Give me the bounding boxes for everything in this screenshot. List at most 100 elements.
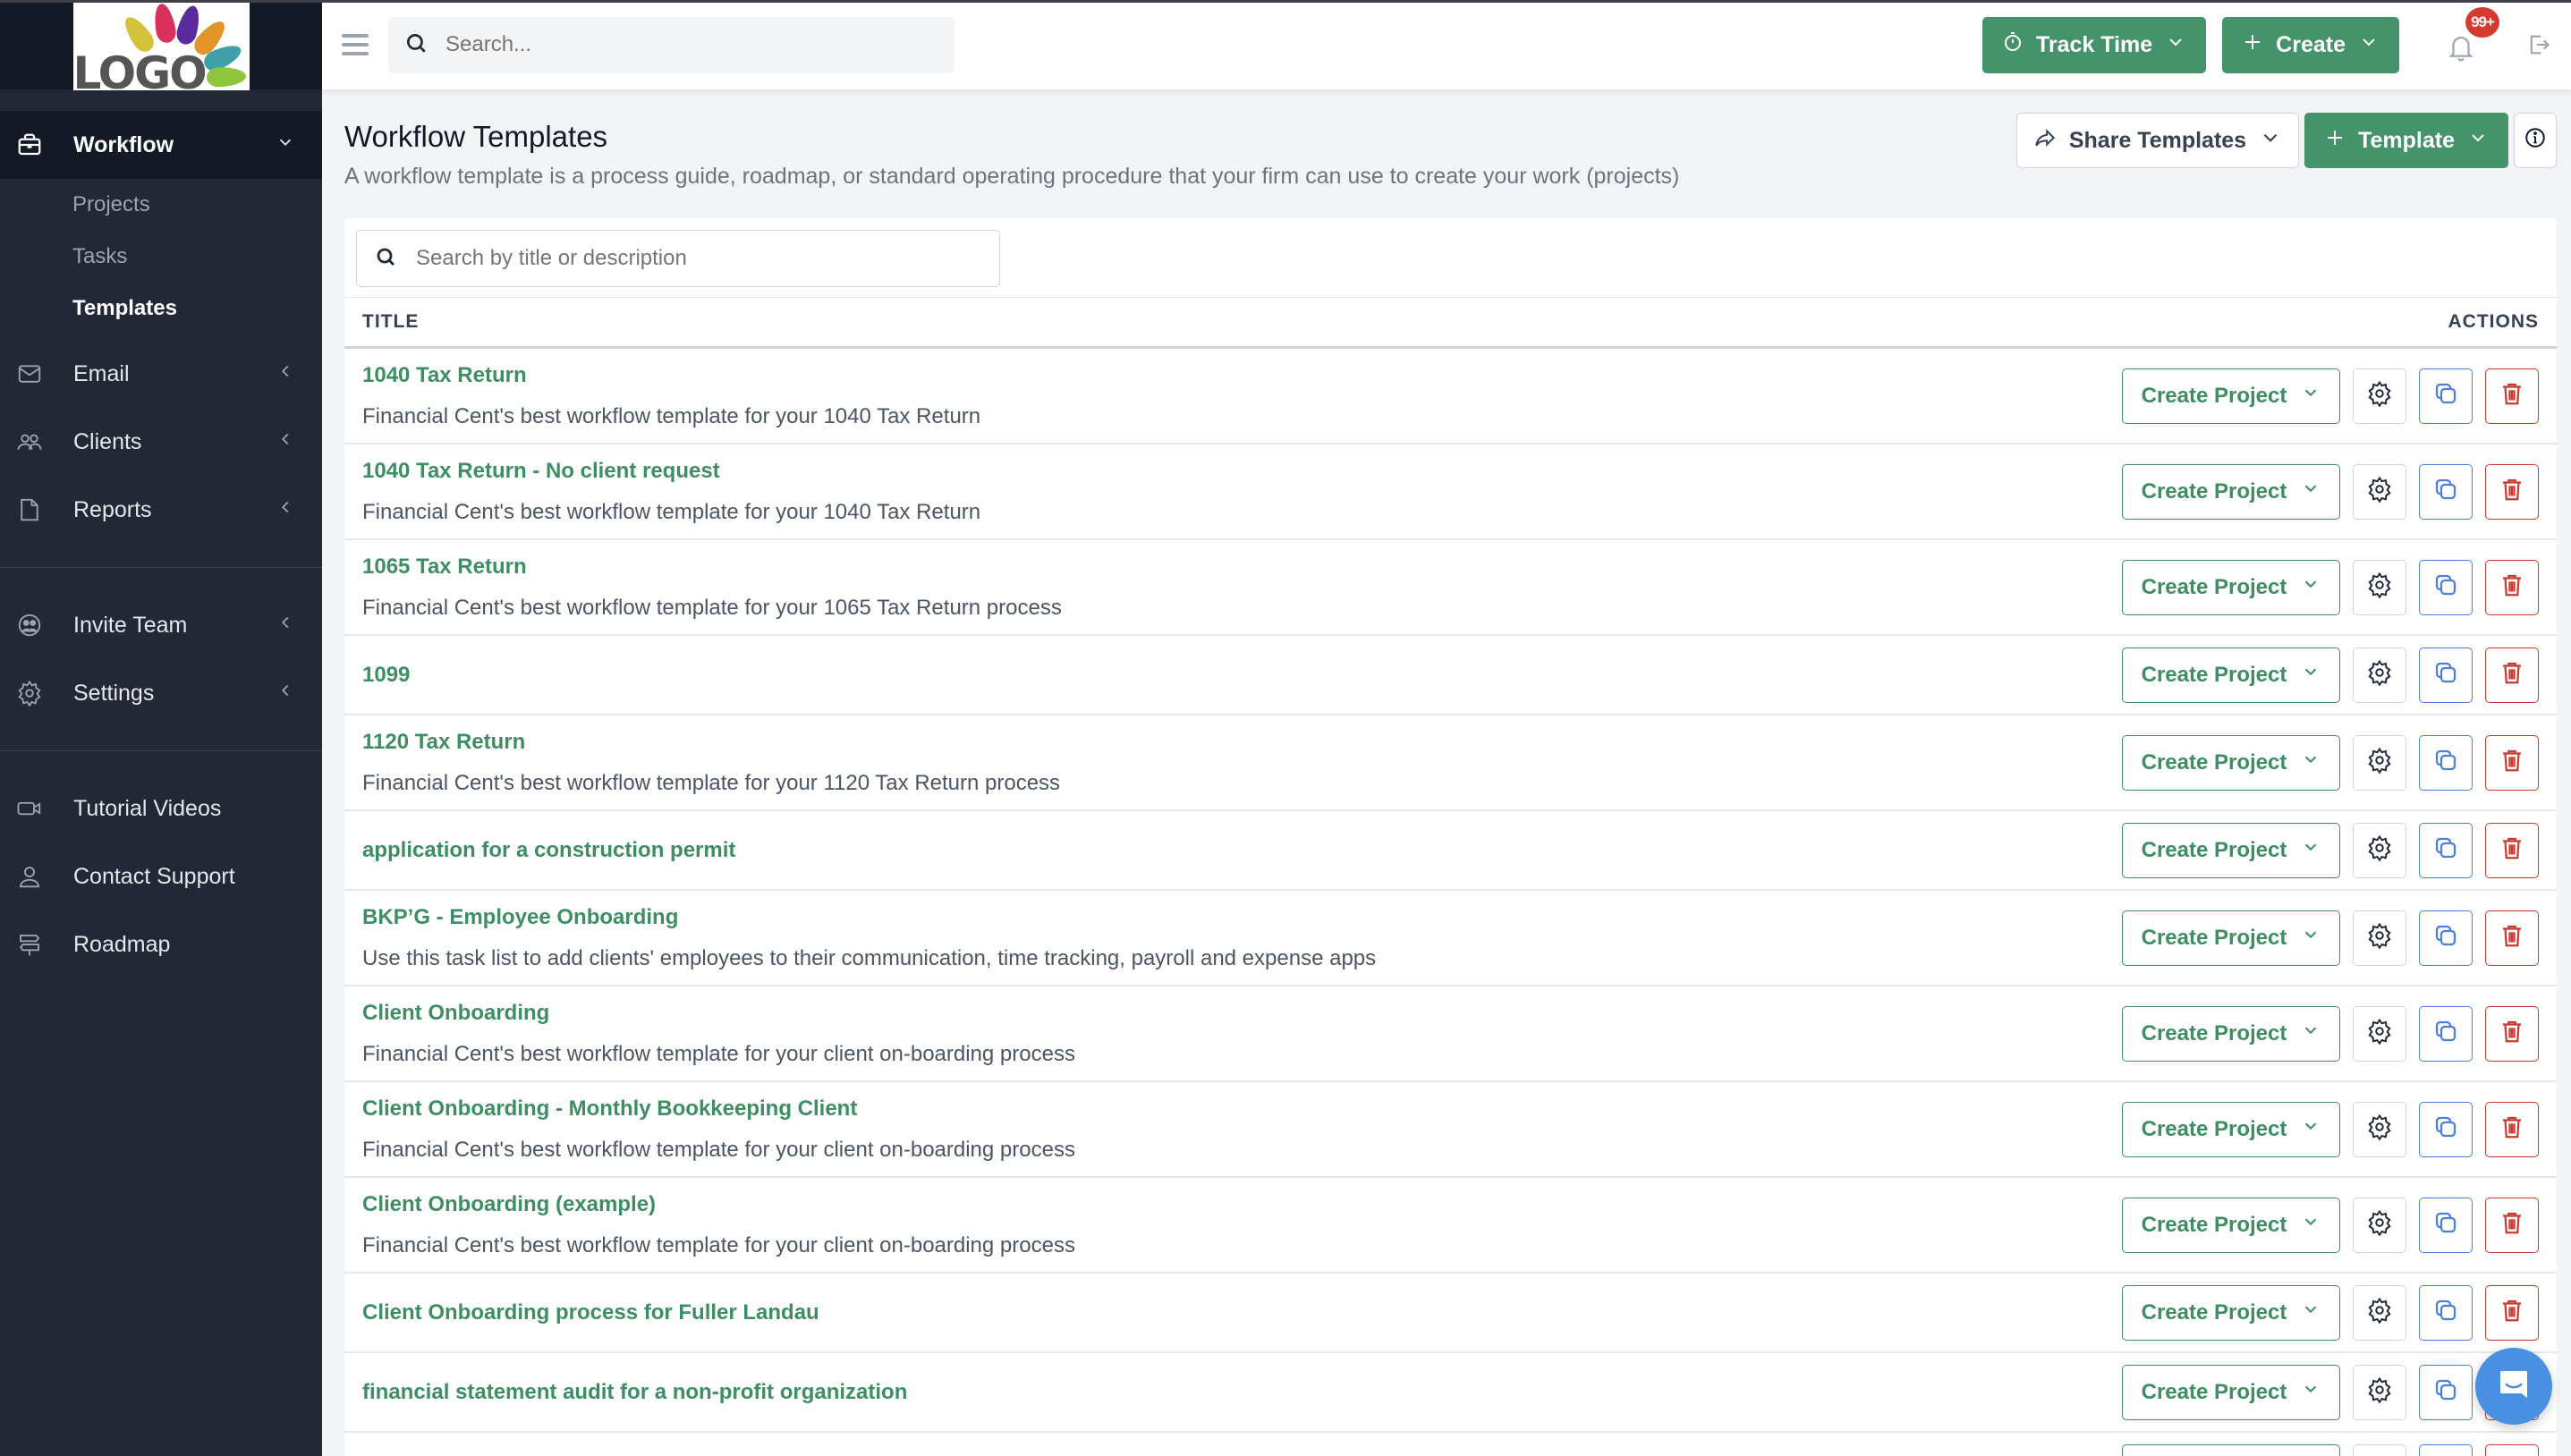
delete-template-button[interactable]	[2485, 910, 2539, 966]
logo-petal	[206, 66, 246, 88]
create-button[interactable]: Create	[2222, 16, 2399, 73]
add-template-button[interactable]: Template	[2304, 113, 2508, 168]
duplicate-template-button[interactable]	[2419, 368, 2473, 424]
create-project-button[interactable]: Create Project	[2122, 910, 2340, 966]
sidebar-item-label: Email	[73, 360, 130, 386]
template-title-link[interactable]: 1040 Tax Return	[362, 363, 980, 388]
create-project-button[interactable]: Create Project	[2122, 1284, 2340, 1341]
create-project-label: Create Project	[2141, 1212, 2287, 1237]
delete-template-button[interactable]	[2485, 1005, 2539, 1062]
table-header: TITLE ACTIONS	[344, 297, 2557, 349]
delete-template-button[interactable]	[2485, 734, 2539, 791]
create-project-button[interactable]: Create Project	[2122, 463, 2340, 520]
sidebar-item-email[interactable]: Email	[0, 340, 322, 408]
create-project-button[interactable]: Create Project	[2122, 647, 2340, 703]
template-title-link[interactable]: Client Onboarding	[362, 1001, 1075, 1026]
delete-template-button[interactable]	[2485, 1101, 2539, 1157]
row-actions: Create Project	[2122, 1443, 2539, 1456]
sidebar-item-tutorial-videos[interactable]: Tutorial Videos	[0, 775, 322, 842]
delete-template-button[interactable]	[2485, 559, 2539, 615]
sidebar-subitem-templates[interactable]: Templates	[0, 283, 322, 334]
template-settings-button[interactable]	[2353, 910, 2406, 966]
column-header-actions: ACTIONS	[2448, 311, 2539, 332]
template-settings-button[interactable]	[2353, 1284, 2406, 1341]
sidebar-item-invite-team[interactable]: Invite Team	[0, 591, 322, 659]
sidebar-subitem-tasks[interactable]: Tasks	[0, 231, 322, 283]
duplicate-template-button[interactable]	[2419, 1197, 2473, 1253]
sidebar-item-reports[interactable]: Reports	[0, 476, 322, 544]
delete-template-button[interactable]	[2485, 822, 2539, 878]
duplicate-template-button[interactable]	[2419, 1101, 2473, 1157]
track-time-button[interactable]: Track Time	[1981, 16, 2207, 73]
delete-template-button[interactable]	[2485, 1197, 2539, 1253]
menu-toggle-icon[interactable]	[342, 34, 369, 55]
template-settings-button[interactable]	[2353, 368, 2406, 424]
sidebar-item-roadmap[interactable]: Roadmap	[0, 910, 322, 978]
create-project-button[interactable]: Create Project	[2122, 734, 2340, 791]
column-header-title[interactable]: TITLE	[362, 311, 419, 333]
sidebar-item-clients[interactable]: Clients	[0, 408, 322, 476]
duplicate-template-button[interactable]	[2419, 647, 2473, 703]
template-settings-button[interactable]	[2353, 1197, 2406, 1253]
sidebar-item-settings[interactable]: Settings	[0, 659, 322, 727]
template-settings-button[interactable]	[2353, 822, 2406, 878]
create-project-button[interactable]: Create Project	[2122, 368, 2340, 424]
template-title-link[interactable]: 1040 Tax Return - No client request	[362, 459, 980, 484]
duplicate-template-button[interactable]	[2419, 910, 2473, 966]
delete-template-button[interactable]	[2485, 1443, 2539, 1456]
template-title-link[interactable]: Client Onboarding process for Fuller Lan…	[362, 1300, 819, 1325]
template-settings-button[interactable]	[2353, 1101, 2406, 1157]
create-project-button[interactable]: Create Project	[2122, 1101, 2340, 1157]
template-settings-button[interactable]	[2353, 734, 2406, 791]
template-settings-button[interactable]	[2353, 1443, 2406, 1456]
template-settings-button[interactable]	[2353, 1005, 2406, 1062]
create-project-button[interactable]: Create Project	[2122, 1364, 2340, 1420]
template-title-link[interactable]: 1120 Tax Return	[362, 730, 1060, 755]
delete-template-button[interactable]	[2485, 1284, 2539, 1341]
delete-template-button[interactable]	[2485, 647, 2539, 703]
template-title-link[interactable]: Client Onboarding - Monthly Bookkeeping …	[362, 1096, 1075, 1122]
logo[interactable]: LOGO	[72, 2, 250, 90]
create-project-button[interactable]: Create Project	[2122, 559, 2340, 615]
create-project-button[interactable]: Create Project	[2122, 1443, 2340, 1456]
template-settings-button[interactable]	[2353, 463, 2406, 520]
template-title-link[interactable]: 1099	[362, 663, 410, 688]
duplicate-template-button[interactable]	[2419, 734, 2473, 791]
template-settings-button[interactable]	[2353, 1364, 2406, 1420]
chat-support-button[interactable]	[2475, 1348, 2552, 1425]
template-search-input[interactable]	[416, 246, 953, 271]
template-settings-button[interactable]	[2353, 647, 2406, 703]
duplicate-template-button[interactable]	[2419, 1443, 2473, 1456]
notifications-button[interactable]: 99+	[2448, 7, 2499, 63]
duplicate-template-button[interactable]	[2419, 1364, 2473, 1420]
info-button[interactable]	[2514, 113, 2557, 168]
template-settings-button[interactable]	[2353, 559, 2406, 615]
create-project-button[interactable]: Create Project	[2122, 822, 2340, 878]
duplicate-template-button[interactable]	[2419, 463, 2473, 520]
templates-table-card: TITLE ACTIONS 1040 Tax Return Financial …	[344, 218, 2557, 1456]
duplicate-template-button[interactable]	[2419, 1284, 2473, 1341]
create-project-button[interactable]: Create Project	[2122, 1005, 2340, 1062]
global-search-input[interactable]	[445, 32, 893, 57]
global-search[interactable]	[388, 16, 955, 73]
row-actions: Create Project	[2122, 463, 2539, 520]
sidebar-item-contact-support[interactable]: Contact Support	[0, 842, 322, 910]
template-title-link[interactable]: BKP’G - Employee Onboarding	[362, 905, 1376, 930]
delete-template-button[interactable]	[2485, 463, 2539, 520]
create-project-button[interactable]: Create Project	[2122, 1197, 2340, 1253]
duplicate-template-button[interactable]	[2419, 559, 2473, 615]
chevron-down-icon	[2301, 1212, 2321, 1238]
template-title-link[interactable]: application for a construction permit	[362, 838, 735, 863]
duplicate-template-button[interactable]	[2419, 1005, 2473, 1062]
template-title-link[interactable]: financial statement audit for a non-prof…	[362, 1380, 907, 1405]
template-title-link[interactable]: 1065 Tax Return	[362, 554, 1062, 580]
template-title-link[interactable]: Client Onboarding (example)	[362, 1192, 1075, 1217]
delete-template-button[interactable]	[2485, 368, 2539, 424]
template-search[interactable]	[356, 230, 1000, 287]
sidebar-item-workflow[interactable]: Workflow	[0, 111, 322, 179]
duplicate-template-button[interactable]	[2419, 822, 2473, 878]
logout-icon[interactable]	[2526, 32, 2551, 57]
copy-icon	[2432, 1018, 2459, 1049]
sidebar-subitem-projects[interactable]: Projects	[0, 179, 322, 231]
share-templates-button[interactable]: Share Templates	[2015, 113, 2300, 168]
